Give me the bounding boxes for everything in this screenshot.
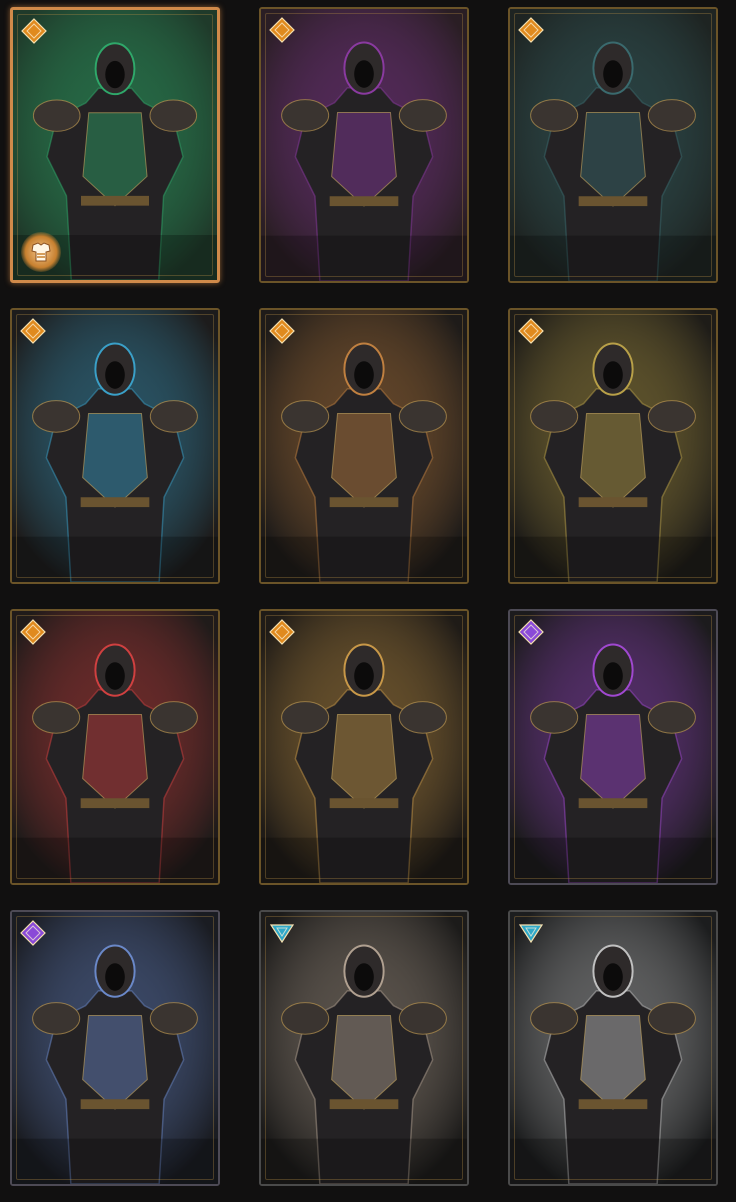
gold-knight-armor-artwork — [261, 611, 467, 883]
horned-shaman-artwork — [12, 912, 218, 1184]
legendary-rarity-icon — [20, 619, 46, 645]
cosmetic-grid — [0, 0, 736, 1202]
legendary-rarity-icon — [518, 17, 544, 43]
cosmetic-card-frost-skull-armor[interactable] — [10, 308, 220, 584]
frost-skull-armor-artwork — [12, 310, 218, 582]
legendary-rarity-icon — [20, 318, 46, 344]
cosmetic-card-deer-skull-armor[interactable] — [259, 910, 469, 1186]
mythic-rarity-icon — [20, 920, 46, 946]
rare-rarity-icon — [269, 924, 295, 944]
robed-warrior-artwork — [510, 9, 716, 281]
cosmetic-card-white-robed-warrior[interactable] — [508, 910, 718, 1186]
legendary-rarity-icon — [269, 17, 295, 43]
horned-demoness-artwork — [261, 9, 467, 281]
legendary-rarity-icon — [21, 18, 47, 44]
skull-hood-armor-artwork — [510, 310, 716, 582]
mythic-rarity-icon — [518, 619, 544, 645]
beast-skull-armor-artwork — [510, 611, 716, 883]
equipped-armor-icon — [21, 232, 61, 272]
cosmetic-card-horned-demoness[interactable] — [259, 7, 469, 283]
cosmetic-card-horned-shaman[interactable] — [10, 910, 220, 1186]
rare-rarity-icon — [518, 924, 544, 944]
legendary-rarity-icon — [518, 318, 544, 344]
cosmetic-card-robed-warrior[interactable] — [508, 7, 718, 283]
legendary-rarity-icon — [269, 318, 295, 344]
cosmetic-card-beast-skull-armor[interactable] — [508, 609, 718, 885]
cosmetic-card-golden-helm-armor[interactable] — [259, 308, 469, 584]
red-hood-armor-artwork — [12, 611, 218, 883]
golden-helm-armor-artwork — [261, 310, 467, 582]
cosmetic-card-gold-knight-armor[interactable] — [259, 609, 469, 885]
legendary-rarity-icon — [269, 619, 295, 645]
cosmetic-card-hooded-sorceress[interactable] — [10, 7, 220, 283]
cosmetic-card-skull-hood-armor[interactable] — [508, 308, 718, 584]
white-robed-warrior-artwork — [510, 912, 716, 1184]
cosmetic-card-red-hood-armor[interactable] — [10, 609, 220, 885]
deer-skull-armor-artwork — [261, 912, 467, 1184]
